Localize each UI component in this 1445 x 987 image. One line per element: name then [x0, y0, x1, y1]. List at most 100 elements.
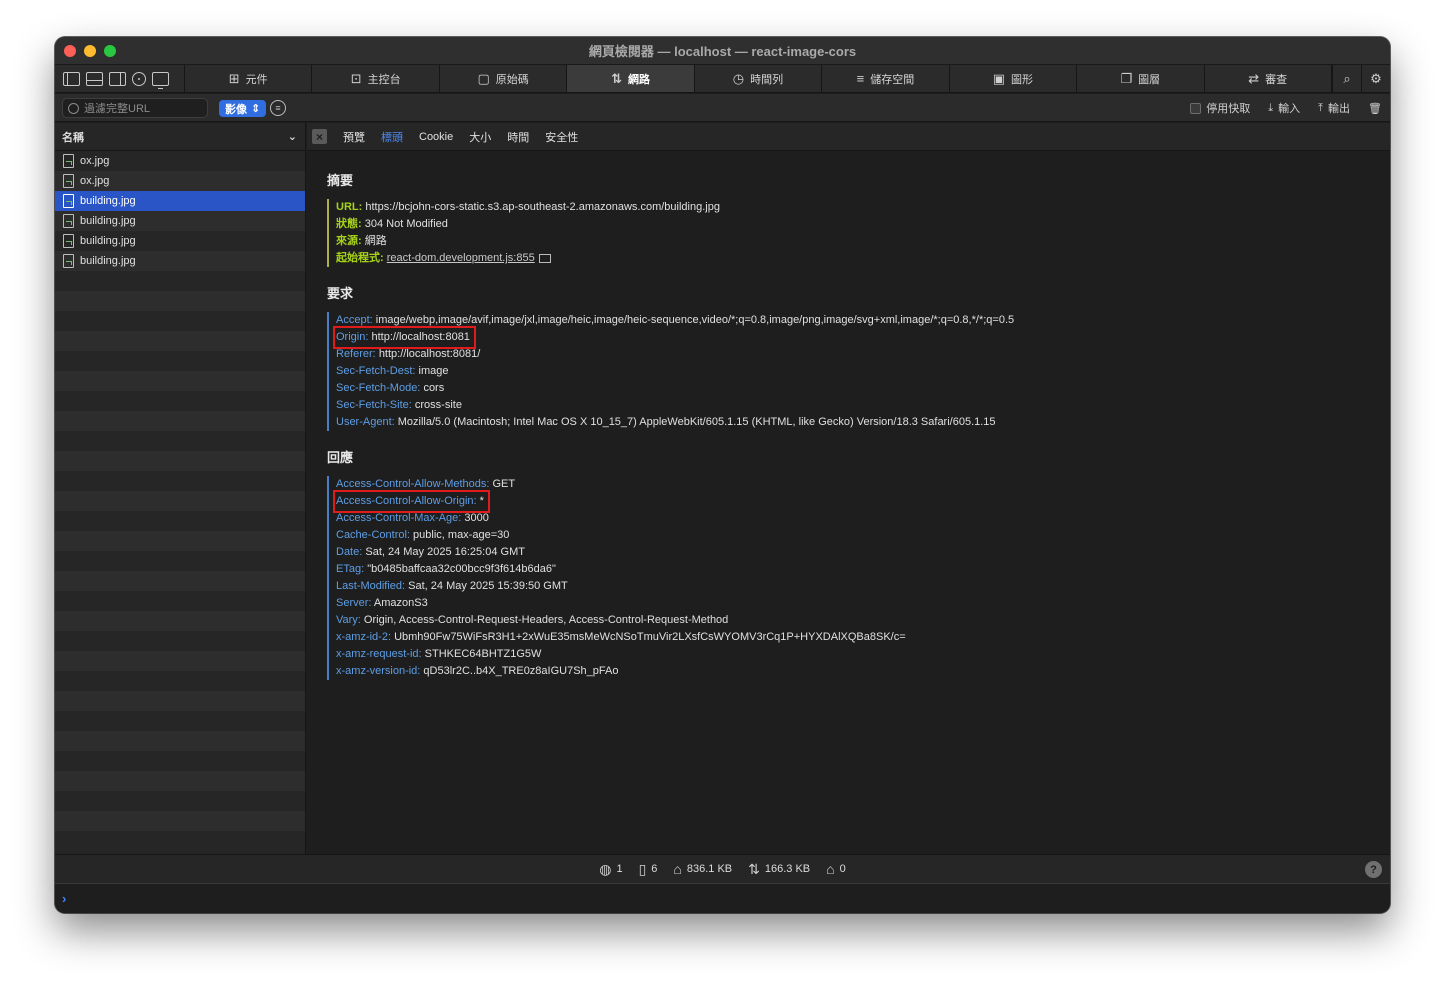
name-column-header[interactable]: 名稱 ⌄: [55, 123, 305, 151]
resource-name: ox.jpg: [80, 175, 110, 187]
header-key: Date:: [336, 546, 363, 558]
close-window-button[interactable]: [64, 45, 76, 57]
tab-audit[interactable]: ⇄ 審查: [1205, 65, 1332, 92]
request-section: 要求 Accept: image/webp,image/avif,image/j…: [327, 283, 1014, 431]
resource-row[interactable]: building.jpg: [55, 231, 305, 251]
import-label: 輸入: [1278, 103, 1301, 115]
header-row: x-amz-request-id: STHKEC64BHTZ1G5W: [336, 646, 906, 663]
window-title: 網頁檢閱器 — localhost — react-image-cors: [588, 44, 857, 59]
request-headers-block: Accept: image/webp,image/avif,image/jxl,…: [327, 312, 1014, 431]
search-icon[interactable]: ⌕: [1332, 65, 1361, 92]
tab-storage[interactable]: ≡ 儲存空間: [822, 65, 950, 92]
help-button[interactable]: ?: [1365, 861, 1382, 878]
dock-bottom-icon[interactable]: [86, 71, 103, 86]
image-file-icon: [63, 154, 74, 168]
error-icon: ⌂: [826, 861, 835, 877]
resource-row[interactable]: ox.jpg: [55, 151, 305, 171]
empty-row: [55, 571, 305, 591]
header-pair: Sec-Fetch-Mode: cors: [336, 382, 444, 394]
device-icon[interactable]: [152, 71, 169, 89]
header-key: ETag:: [336, 563, 365, 575]
header-value: 3000: [464, 512, 489, 524]
zoom-window-button[interactable]: [104, 45, 116, 57]
graphics-icon: ▣: [992, 70, 1005, 86]
empty-row: [55, 691, 305, 711]
transferred-size: ⌂ 836.1 KB: [673, 861, 733, 877]
header-pair: Server: AmazonS3: [336, 597, 428, 609]
header-value: Ubmh90Fw75WiFsR3H1+2xWuE35msMeWcNSoTmuVi…: [394, 631, 906, 643]
image-file-icon: [63, 234, 74, 248]
header-row: Referer: http://localhost:8081/: [336, 346, 1014, 363]
empty-row: [55, 551, 305, 571]
import-button[interactable]: ⤓ 輸入: [1268, 100, 1300, 116]
header-row: Accept: image/webp,image/avif,image/jxl,…: [336, 312, 1014, 329]
tab-elements[interactable]: ⊞ 元件: [185, 65, 313, 92]
detail-tab[interactable]: 時間: [507, 129, 529, 145]
disable-cache-checkbox[interactable]: [1190, 102, 1202, 114]
summary-source: 來源: 網路: [336, 235, 387, 247]
image-file-icon: [63, 214, 74, 228]
resource-name: building.jpg: [80, 255, 136, 267]
clear-log-button[interactable]: 🗑: [1368, 102, 1382, 115]
element-picker-icon[interactable]: [132, 71, 146, 86]
network-status-bar: ◍ 1 ▯ 6 ⌂ 836.1 KB ⇅ 166.3 KB ⌂ 0 ?: [55, 854, 1390, 883]
empty-row: [55, 791, 305, 811]
quick-console[interactable]: ›: [55, 883, 1390, 913]
tab-console[interactable]: ⊡ 主控台: [312, 65, 440, 92]
resource-list-sidebar: 名稱 ⌄ ox.jpg ox.jpg building.jpg building.jp…: [55, 123, 306, 854]
go-to-source-icon[interactable]: [538, 253, 551, 263]
detail-tab[interactable]: 標頭: [381, 129, 403, 145]
filter-options-icon[interactable]: ≡: [270, 100, 286, 116]
dock-right-icon[interactable]: [109, 71, 126, 86]
empty-row: [55, 631, 305, 651]
url-filter-input[interactable]: 過濾完整URL: [62, 98, 208, 118]
header-pair: x-amz-id-2: Ubmh90Fw75WiFsR3H1+2xWuE35ms…: [336, 631, 906, 643]
minimize-window-button[interactable]: [84, 45, 96, 57]
header-row: x-amz-id-2: Ubmh90Fw75WiFsR3H1+2xWuE35ms…: [336, 629, 906, 646]
console-icon: ⊡: [350, 70, 362, 86]
close-detail-icon[interactable]: ×: [312, 129, 327, 144]
header-pair: User-Agent: Mozilla/5.0 (Macintosh; Inte…: [336, 416, 996, 428]
disable-cache-toggle[interactable]: 停用快取: [1190, 100, 1250, 116]
header-pair: Sec-Fetch-Site: cross-site: [336, 399, 462, 411]
export-button[interactable]: ⤒ 輸出: [1318, 100, 1350, 116]
dock-left-icon[interactable]: [63, 71, 80, 86]
header-value: Mozilla/5.0 (Macintosh; Intel Mac OS X 1…: [397, 416, 996, 428]
tab-layers[interactable]: ❐ 圖層: [1077, 65, 1205, 92]
domains-count: ◍ 1: [599, 860, 623, 877]
detail-tab[interactable]: 大小: [469, 129, 491, 145]
disable-cache-label: 停用快取: [1206, 103, 1251, 115]
response-section: 回應 Access-Control-Allow-Methods: GET Acce…: [327, 447, 906, 680]
response-title: 回應: [327, 450, 354, 465]
gear-icon[interactable]: ⚙: [1361, 65, 1390, 92]
resource-row[interactable]: building.jpg: [55, 251, 305, 271]
resource-type-select[interactable]: 影像 ⇕: [219, 100, 267, 117]
tab-label: 時間列: [750, 73, 784, 86]
initiator-link[interactable]: react-dom.development.js:855: [387, 252, 535, 264]
tab-network[interactable]: ⇅ 網路: [567, 65, 695, 92]
globe-icon: ◍: [599, 860, 612, 877]
resource-type-label: 影像: [225, 103, 247, 116]
empty-row: [55, 671, 305, 691]
header-value: cors: [423, 382, 445, 394]
tab-timelines[interactable]: ◷ 時間列: [695, 65, 823, 92]
summary-title: 摘要: [327, 173, 354, 188]
resource-row[interactable]: ox.jpg: [55, 171, 305, 191]
detail-tab[interactable]: 安全性: [545, 129, 578, 145]
empty-row: [55, 491, 305, 511]
resource-name: building.jpg: [80, 215, 136, 227]
detail-tab[interactable]: 預覽: [343, 129, 365, 145]
resources-size: ⇅ 166.3 KB: [748, 860, 811, 877]
tab-sources[interactable]: ▢ 原始碼: [440, 65, 568, 92]
resource-row[interactable]: building.jpg: [55, 211, 305, 231]
tab-graphics[interactable]: ▣ 圖形: [950, 65, 1078, 92]
empty-row: [55, 651, 305, 671]
tab-label: 主控台: [367, 73, 401, 86]
detail-tab[interactable]: Cookie: [419, 131, 453, 143]
summary-url: URL: https://bcjohn-cors-static.s3.ap-so…: [336, 201, 720, 213]
header-row: Access-Control-Allow-Methods: GET: [336, 476, 906, 493]
console-prompt-icon: ›: [62, 891, 67, 906]
header-row: Sec-Fetch-Dest: image: [336, 363, 1014, 380]
resource-row[interactable]: building.jpg: [55, 191, 305, 211]
empty-row: [55, 811, 305, 831]
